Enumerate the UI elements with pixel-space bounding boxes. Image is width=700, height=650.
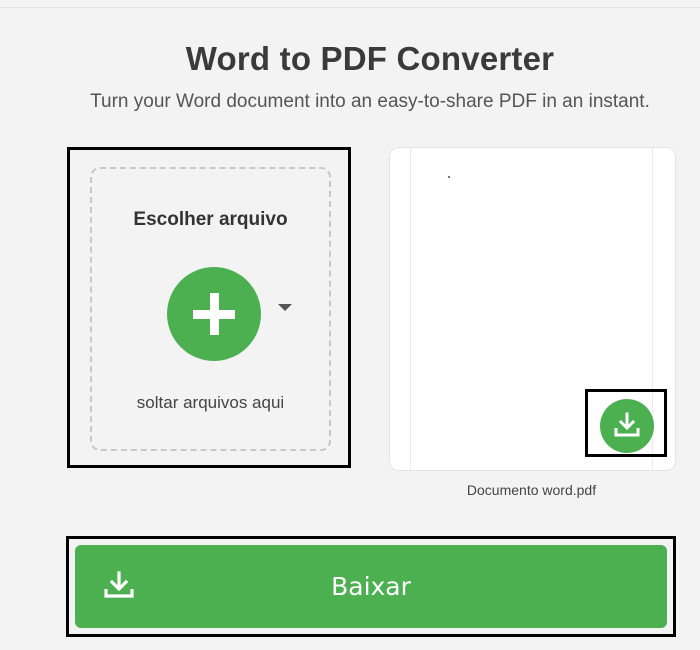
download-highlight-frame: Baixar xyxy=(66,536,676,637)
preview-download-button[interactable] xyxy=(600,399,654,453)
choose-file-label: Escolher arquivo xyxy=(133,209,288,230)
file-drop-zone[interactable]: Escolher arquivo soltar arquivos aqui xyxy=(90,167,331,451)
caret-down-icon[interactable] xyxy=(278,304,292,311)
download-icon xyxy=(614,412,640,437)
top-divider xyxy=(0,7,700,8)
baixar-label: Baixar xyxy=(331,572,411,601)
upload-highlight-frame: Escolher arquivo soltar arquivos aqui xyxy=(67,147,351,468)
page-content-mark xyxy=(448,176,450,178)
baixar-button[interactable]: Baixar xyxy=(75,545,667,628)
preview-download-highlight-frame xyxy=(585,389,667,457)
page-title: Word to PDF Converter xyxy=(185,40,555,77)
page-subtitle: Turn your Word document into an easy-to-… xyxy=(90,91,650,112)
drop-files-text: soltar arquivos aqui xyxy=(136,393,285,412)
output-filename: Documento word.pdf xyxy=(466,482,597,498)
add-file-button[interactable] xyxy=(167,267,261,361)
page-edge-left xyxy=(410,148,411,470)
